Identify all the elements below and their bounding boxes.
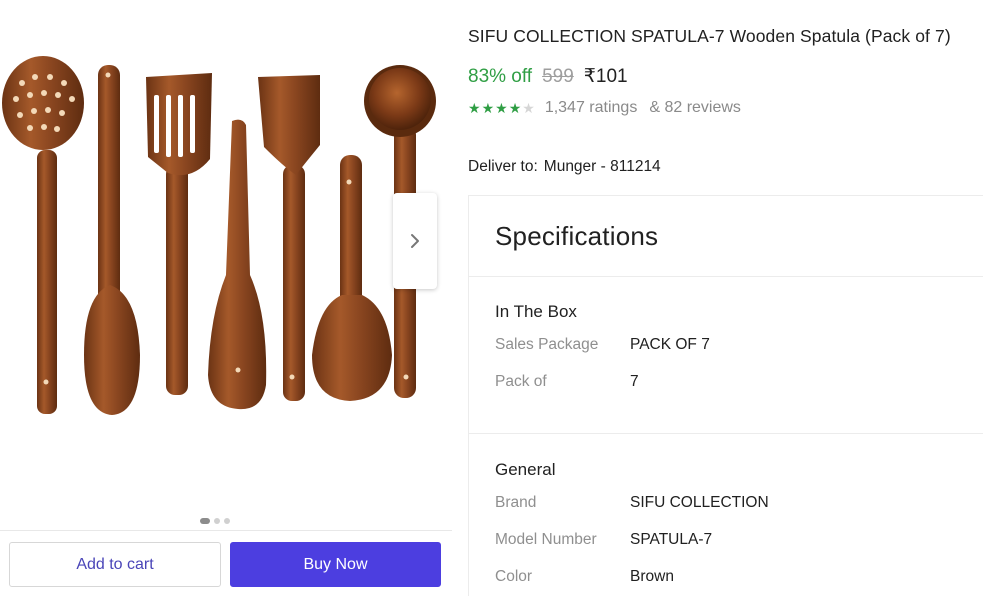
spec-key: Pack of xyxy=(495,373,547,390)
spec-value: 7 xyxy=(630,373,639,390)
star-filled-icon: ★ xyxy=(481,100,495,116)
spec-group-title: General xyxy=(495,460,556,479)
specifications-heading: Specifications xyxy=(495,220,659,251)
star-empty-icon: ★ xyxy=(522,100,535,116)
add-to-cart-button[interactable]: Add to cart xyxy=(9,542,221,587)
spec-value: SPATULA-7 xyxy=(630,531,713,548)
spec-row: Model Number SPATULA-7 xyxy=(495,531,983,568)
price-row: 83% off 599 ₹101 xyxy=(468,65,628,88)
spec-group-in-the-box: In The Box Sales Package PACK OF 7 Pack … xyxy=(469,277,983,434)
wooden-spoon xyxy=(84,65,140,415)
spec-value: SIFU COLLECTION xyxy=(630,494,769,511)
flat-spatula xyxy=(208,119,267,410)
product-details: SIFU COLLECTION SPATULA-7 Wooden Spatula… xyxy=(468,0,983,596)
slotted-spoon xyxy=(2,56,84,414)
star-filled-icon: ★ xyxy=(508,100,522,116)
product-image-gallery[interactable] xyxy=(0,0,452,530)
carousel-dot[interactable] xyxy=(200,518,210,524)
purchase-action-bar: Add to cart Buy Now xyxy=(0,530,452,596)
spec-group-general: General Brand SIFU COLLECTION Model Numb… xyxy=(469,434,983,596)
spec-key: Model Number xyxy=(495,531,597,548)
spec-row: Brand SIFU COLLECTION xyxy=(495,494,983,531)
carousel-dot[interactable] xyxy=(214,518,220,524)
star-filled-icon: ★ xyxy=(495,100,508,116)
original-price: 599 xyxy=(542,66,574,87)
spec-group-title: In The Box xyxy=(495,302,577,321)
deliver-to-label: Deliver to: xyxy=(468,158,538,175)
spec-row: Sales Package PACK OF 7 xyxy=(495,336,983,373)
spec-row: Color Brown xyxy=(495,568,983,596)
buy-now-button[interactable]: Buy Now xyxy=(230,542,441,587)
star-rating: ★ ★ ★ ★ ★ xyxy=(468,101,535,115)
spec-key: Brand xyxy=(495,494,537,511)
carousel-dot[interactable] xyxy=(224,518,230,524)
spec-key: Color xyxy=(495,568,533,585)
wooden-spatula-set-image xyxy=(2,56,436,415)
rating-summary[interactable]: ★ ★ ★ ★ ★ 1,347 ratings & 82 reviews xyxy=(468,99,741,117)
next-image-button[interactable] xyxy=(393,193,437,289)
chevron-right-icon xyxy=(411,234,419,248)
serving-spoon xyxy=(312,155,392,401)
selling-price: ₹101 xyxy=(583,66,628,87)
product-title: SIFU COLLECTION SPATULA-7 Wooden Spatula… xyxy=(468,26,951,46)
square-turner xyxy=(258,75,320,401)
specifications-header: Specifications xyxy=(469,196,983,277)
star-filled-icon: ★ xyxy=(468,100,481,116)
reviews-count: & 82 reviews xyxy=(649,99,741,116)
carousel-indicator xyxy=(200,518,230,524)
spec-value: PACK OF 7 xyxy=(630,336,710,353)
spec-value: Brown xyxy=(630,568,674,585)
specifications-section: Specifications In The Box Sales Package … xyxy=(468,195,983,596)
spec-row: Pack of 7 xyxy=(495,373,983,410)
ratings-count: 1,347 ratings xyxy=(544,99,638,116)
discount-label: 83% off xyxy=(468,66,533,87)
delivery-pincode: Munger - 811214 xyxy=(543,158,661,175)
delivery-location[interactable]: Deliver to: Munger - 811214 xyxy=(468,158,661,176)
slotted-turner xyxy=(146,73,212,395)
spec-key: Sales Package xyxy=(495,336,599,353)
